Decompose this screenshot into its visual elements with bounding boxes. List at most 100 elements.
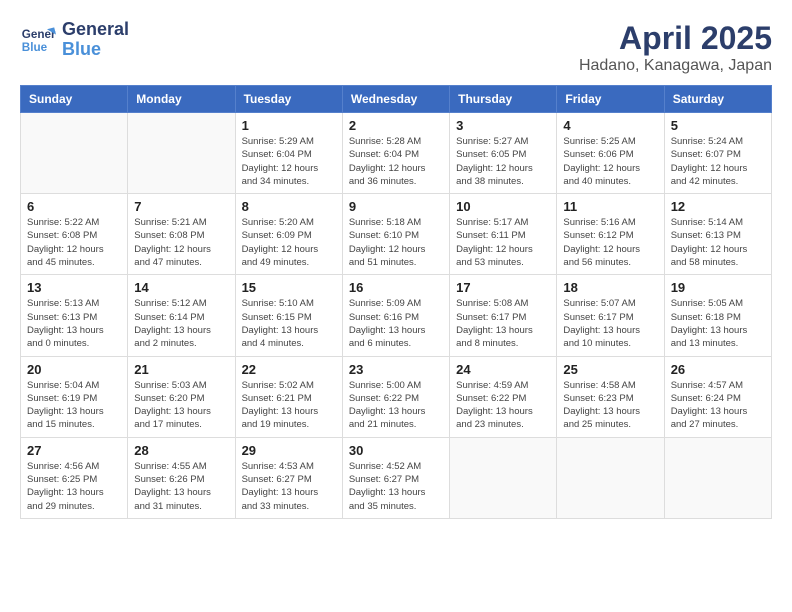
day-info: Sunrise: 4:53 AM Sunset: 6:27 PM Dayligh…: [242, 460, 336, 513]
calendar-cell: 9Sunrise: 5:18 AM Sunset: 6:10 PM Daylig…: [342, 194, 449, 275]
day-number: 18: [563, 280, 657, 295]
day-number: 11: [563, 199, 657, 214]
day-info: Sunrise: 5:08 AM Sunset: 6:17 PM Dayligh…: [456, 297, 550, 350]
day-info: Sunrise: 5:09 AM Sunset: 6:16 PM Dayligh…: [349, 297, 443, 350]
day-number: 10: [456, 199, 550, 214]
day-number: 14: [134, 280, 228, 295]
calendar-cell: [21, 113, 128, 194]
day-info: Sunrise: 5:16 AM Sunset: 6:12 PM Dayligh…: [563, 216, 657, 269]
day-number: 30: [349, 443, 443, 458]
page-header: General Blue General Blue April 2025 Had…: [20, 20, 772, 75]
calendar-cell: 29 Sunrise: 4:53 AM Sunset: 6:27 PM Dayli…: [235, 437, 342, 518]
day-number: 5: [671, 118, 765, 133]
day-number: 16: [349, 280, 443, 295]
calendar-cell: 27 Sunrise: 4:56 AM Sunset: 6:25 PM Dayli…: [21, 437, 128, 518]
calendar-cell: 8 Sunrise: 5:20 AM Sunset: 6:09 PM Daylig…: [235, 194, 342, 275]
day-info: Sunrise: 5:24 AM Sunset: 6:07 PM Dayligh…: [671, 135, 765, 188]
day-info: Sunrise: 5:17 AM Sunset: 6:11 PM Dayligh…: [456, 216, 550, 269]
day-info: Sunrise: 5:18 AM Sunset: 6:10 PM Dayligh…: [349, 216, 443, 269]
day-info: Sunrise: 5:20 AM Sunset: 6:09 PM Dayligh…: [242, 216, 336, 269]
calendar-cell: 5 Sunrise: 5:24 AM Sunset: 6:07 PM Daylig…: [664, 113, 771, 194]
day-info: Sunrise: 4:52 AM Sunset: 6:27 PM Dayligh…: [349, 460, 443, 513]
day-number: 13: [27, 280, 121, 295]
day-number: 29: [242, 443, 336, 458]
calendar-cell: 24Sunrise: 4:59 AM Sunset: 6:22 PM Dayli…: [450, 356, 557, 437]
day-info: Sunrise: 5:07 AM Sunset: 6:17 PM Dayligh…: [563, 297, 657, 350]
weekday-header-row: SundayMondayTuesdayWednesdayThursdayFrid…: [21, 86, 772, 113]
day-number: 7: [134, 199, 228, 214]
calendar-cell: 25 Sunrise: 4:58 AM Sunset: 6:23 PM Dayli…: [557, 356, 664, 437]
day-info: Sunrise: 4:58 AM Sunset: 6:23 PM Dayligh…: [563, 379, 657, 432]
day-info: Sunrise: 5:10 AM Sunset: 6:15 PM Dayligh…: [242, 297, 336, 350]
calendar-cell: 28 Sunrise: 4:55 AM Sunset: 6:26 PM Dayli…: [128, 437, 235, 518]
calendar-cell: 17Sunrise: 5:08 AM Sunset: 6:17 PM Dayli…: [450, 275, 557, 356]
day-number: 21: [134, 362, 228, 377]
calendar-cell: 2Sunrise: 5:28 AM Sunset: 6:04 PM Daylig…: [342, 113, 449, 194]
calendar-week-row: 13Sunrise: 5:13 AM Sunset: 6:13 PM Dayli…: [21, 275, 772, 356]
calendar-cell: [450, 437, 557, 518]
day-info: Sunrise: 5:21 AM Sunset: 6:08 PM Dayligh…: [134, 216, 228, 269]
title-block: April 2025 Hadano, Kanagawa, Japan: [579, 20, 772, 75]
day-number: 27: [27, 443, 121, 458]
month-title: April 2025: [579, 20, 772, 57]
day-info: Sunrise: 4:56 AM Sunset: 6:25 PM Dayligh…: [27, 460, 121, 513]
weekday-header: Wednesday: [342, 86, 449, 113]
weekday-header: Sunday: [21, 86, 128, 113]
day-info: Sunrise: 5:25 AM Sunset: 6:06 PM Dayligh…: [563, 135, 657, 188]
calendar-cell: 16 Sunrise: 5:09 AM Sunset: 6:16 PM Dayli…: [342, 275, 449, 356]
day-info: Sunrise: 5:02 AM Sunset: 6:21 PM Dayligh…: [242, 379, 336, 432]
day-info: Sunrise: 5:27 AM Sunset: 6:05 PM Dayligh…: [456, 135, 550, 188]
day-info: Sunrise: 5:00 AM Sunset: 6:22 PM Dayligh…: [349, 379, 443, 432]
calendar-cell: 11 Sunrise: 5:16 AM Sunset: 6:12 PM Dayli…: [557, 194, 664, 275]
weekday-header: Saturday: [664, 86, 771, 113]
day-number: 28: [134, 443, 228, 458]
calendar-table: SundayMondayTuesdayWednesdayThursdayFrid…: [20, 85, 772, 519]
calendar-cell: 19 Sunrise: 5:05 AM Sunset: 6:18 PM Dayli…: [664, 275, 771, 356]
logo-text: General Blue: [62, 20, 129, 60]
day-info: Sunrise: 5:12 AM Sunset: 6:14 PM Dayligh…: [134, 297, 228, 350]
day-info: Sunrise: 5:28 AM Sunset: 6:04 PM Dayligh…: [349, 135, 443, 188]
calendar-cell: 15 Sunrise: 5:10 AM Sunset: 6:15 PM Dayli…: [235, 275, 342, 356]
calendar-cell: 30 Sunrise: 4:52 AM Sunset: 6:27 PM Dayli…: [342, 437, 449, 518]
logo: General Blue General Blue: [20, 20, 129, 60]
calendar-cell: 12Sunrise: 5:14 AM Sunset: 6:13 PM Dayli…: [664, 194, 771, 275]
day-number: 20: [27, 362, 121, 377]
day-info: Sunrise: 4:55 AM Sunset: 6:26 PM Dayligh…: [134, 460, 228, 513]
location-title: Hadano, Kanagawa, Japan: [579, 57, 772, 75]
day-number: 19: [671, 280, 765, 295]
day-number: 1: [242, 118, 336, 133]
day-info: Sunrise: 5:05 AM Sunset: 6:18 PM Dayligh…: [671, 297, 765, 350]
day-info: Sunrise: 5:04 AM Sunset: 6:19 PM Dayligh…: [27, 379, 121, 432]
weekday-header: Friday: [557, 86, 664, 113]
day-info: Sunrise: 5:29 AM Sunset: 6:04 PM Dayligh…: [242, 135, 336, 188]
day-info: Sunrise: 4:59 AM Sunset: 6:22 PM Dayligh…: [456, 379, 550, 432]
day-info: Sunrise: 5:14 AM Sunset: 6:13 PM Dayligh…: [671, 216, 765, 269]
calendar-cell: 23 Sunrise: 5:00 AM Sunset: 6:22 PM Dayli…: [342, 356, 449, 437]
day-number: 15: [242, 280, 336, 295]
calendar-week-row: 27 Sunrise: 4:56 AM Sunset: 6:25 PM Dayli…: [21, 437, 772, 518]
calendar-cell: 22 Sunrise: 5:02 AM Sunset: 6:21 PM Dayli…: [235, 356, 342, 437]
calendar-cell: 14 Sunrise: 5:12 AM Sunset: 6:14 PM Dayli…: [128, 275, 235, 356]
day-number: 23: [349, 362, 443, 377]
calendar-cell: [557, 437, 664, 518]
calendar-cell: 1 Sunrise: 5:29 AM Sunset: 6:04 PM Daylig…: [235, 113, 342, 194]
logo-icon: General Blue: [20, 22, 56, 58]
calendar-cell: 26Sunrise: 4:57 AM Sunset: 6:24 PM Dayli…: [664, 356, 771, 437]
calendar-cell: 6Sunrise: 5:22 AM Sunset: 6:08 PM Daylig…: [21, 194, 128, 275]
day-number: 6: [27, 199, 121, 214]
calendar-cell: 20 Sunrise: 5:04 AM Sunset: 6:19 PM Dayli…: [21, 356, 128, 437]
calendar-cell: 10 Sunrise: 5:17 AM Sunset: 6:11 PM Dayli…: [450, 194, 557, 275]
calendar-cell: [664, 437, 771, 518]
day-number: 3: [456, 118, 550, 133]
calendar-cell: 3 Sunrise: 5:27 AM Sunset: 6:05 PM Daylig…: [450, 113, 557, 194]
weekday-header: Tuesday: [235, 86, 342, 113]
calendar-cell: 4Sunrise: 5:25 AM Sunset: 6:06 PM Daylig…: [557, 113, 664, 194]
calendar-week-row: 20 Sunrise: 5:04 AM Sunset: 6:19 PM Dayli…: [21, 356, 772, 437]
calendar-cell: 7 Sunrise: 5:21 AM Sunset: 6:08 PM Daylig…: [128, 194, 235, 275]
day-info: Sunrise: 4:57 AM Sunset: 6:24 PM Dayligh…: [671, 379, 765, 432]
day-info: Sunrise: 5:03 AM Sunset: 6:20 PM Dayligh…: [134, 379, 228, 432]
weekday-header: Monday: [128, 86, 235, 113]
day-number: 8: [242, 199, 336, 214]
day-number: 25: [563, 362, 657, 377]
day-number: 22: [242, 362, 336, 377]
